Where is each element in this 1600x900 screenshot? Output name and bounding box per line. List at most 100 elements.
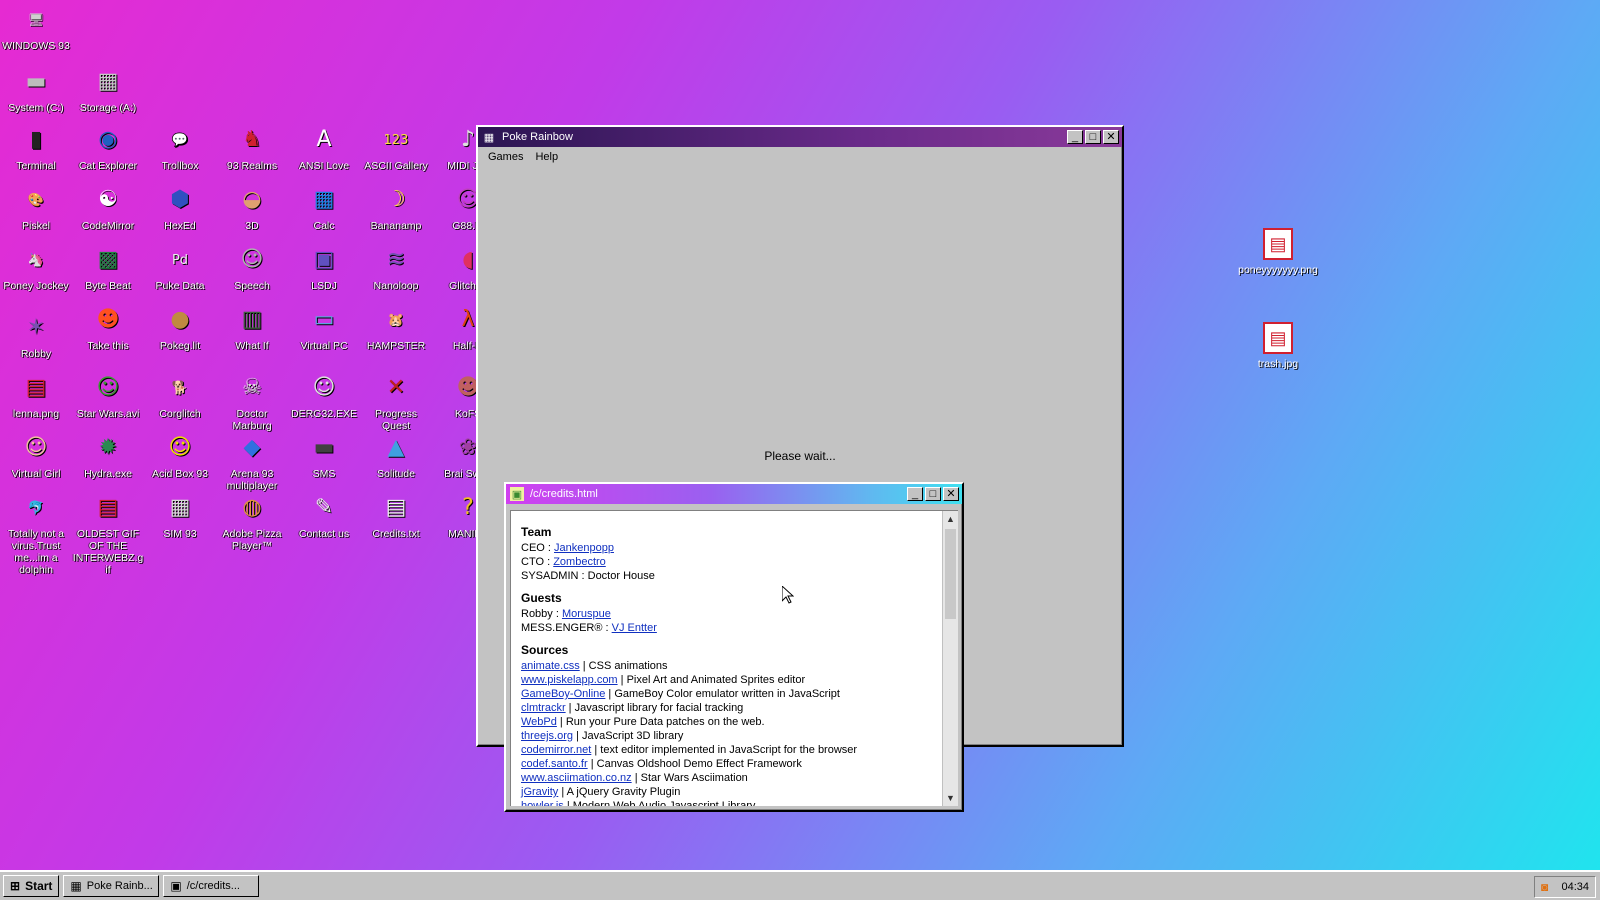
desktop-icon-byte-beat[interactable]: ▩ Byte Beat xyxy=(72,244,144,293)
desktop-icon-label: Doctor Marburg xyxy=(232,408,272,432)
desktop-icon-puke-data[interactable]: Pd Puke Data xyxy=(144,244,216,293)
desktop-icon-hydra-exe[interactable]: ✹ Hydra.exe xyxy=(72,432,144,481)
start-button[interactable]: ⊞ Start xyxy=(3,875,60,897)
desktop-icon-arena-93-multiplayer[interactable]: ◆ Arena 93 multiplayer xyxy=(216,432,288,493)
desktop-file-trash-jpg[interactable]: ▤ trash.jpg xyxy=(1236,322,1320,370)
source-link[interactable]: GameBoy-Online xyxy=(521,688,605,700)
desktop-icon-take-this[interactable]: ☻ Take this xyxy=(72,304,144,353)
desktop-icon-lsdj[interactable]: ▣ LSDJ xyxy=(288,244,360,293)
menu-help[interactable]: Help xyxy=(529,149,564,165)
desktop-icon-star-wars-avi[interactable]: ☺ Star Wars.avi xyxy=(72,372,144,421)
desktop-icon-acid-box-93[interactable]: ☺ Acid Box 93 xyxy=(144,432,216,481)
app-icon: ◆ xyxy=(243,435,261,460)
window-title: Poke Rainbow xyxy=(502,131,573,143)
credit-link[interactable]: Jankenpopp xyxy=(554,542,614,554)
desktop-file-label: poneyyyyyyy.png xyxy=(1238,264,1318,276)
desktop-icon-derg32-exe[interactable]: ☺ DERG32.EXE xyxy=(288,372,360,421)
desktop-icon-windows-93[interactable]: 🖥 WINDOWS 93 xyxy=(0,4,72,53)
desktop-icon-robby[interactable]: ✶ Robby xyxy=(0,312,72,361)
credit-link[interactable]: VJ Entter xyxy=(612,622,657,634)
desktop-icon-piskel[interactable]: 🎨 Piskel xyxy=(0,184,72,233)
desktop-icon-poney-jockey[interactable]: 🦄 Poney Jockey xyxy=(0,244,72,293)
desktop-icon-ansi-love[interactable]: A ANSI Love xyxy=(288,124,360,173)
desktop-icon-codemirror[interactable]: ☯ CodeMirror xyxy=(72,184,144,233)
desktop-icon-nanoloop[interactable]: ≋ Nanoloop xyxy=(360,244,432,293)
desktop-icon-cat-explorer[interactable]: ◉ Cat Explorer xyxy=(72,124,144,173)
source-link[interactable]: jGravity xyxy=(521,786,558,798)
desktop-icon-hampster[interactable]: 🐹 HAMPSTER xyxy=(360,304,432,353)
source-link[interactable]: howler.js xyxy=(521,800,564,806)
desktop-icon-corglitch[interactable]: 🐕 Corglitch xyxy=(144,372,216,421)
loading-status: Please wait... xyxy=(764,449,836,463)
desktop-icon-label: OLDEST GIF OF THE INTERWEBZ.gif xyxy=(72,528,144,576)
desktop-icon-terminal[interactable]: ▮ Terminal xyxy=(0,124,72,173)
source-link[interactable]: threejs.org xyxy=(521,730,573,742)
desktop-icon-label: Totally not a virus.Trust me...im a dolp… xyxy=(7,528,65,576)
desktop-icon-credits-txt[interactable]: ▤ Credits.txt xyxy=(360,492,432,541)
app-icon: ◒ xyxy=(242,187,262,212)
scroll-down-icon[interactable]: ▼ xyxy=(943,790,958,806)
taskbar-item-credits[interactable]: ▣ /c/credits... xyxy=(163,875,260,897)
desktop-icon-label: Progress Quest xyxy=(374,408,417,432)
desktop-file-poneyyyyyyy-png[interactable]: ▤ poneyyyyyyy.png xyxy=(1236,228,1320,276)
desktop-icon-totally-not-a-virus-trust-me-im-a-dolphin[interactable]: 🐬 Totally not a virus.Trust me...im a dol… xyxy=(0,492,72,577)
desktop-icon-virtual-girl[interactable]: ☺ Virtual Girl xyxy=(0,432,72,481)
scroll-thumb[interactable] xyxy=(945,529,956,619)
app-icon: ◉ xyxy=(98,127,118,152)
source-row: codef.santo.fr | Canvas Oldshool Demo Ef… xyxy=(521,758,802,770)
close-button[interactable]: ✕ xyxy=(1103,130,1119,144)
maximize-button[interactable]: □ xyxy=(1085,130,1101,144)
desktop-icon-storage-a[interactable]: ▦ Storage (A:) xyxy=(72,66,144,115)
credit-link[interactable]: Moruspue xyxy=(562,608,611,620)
credits-content-area[interactable]: Team CEO : Jankenpopp CTO : Zombectro SYSAD… xyxy=(510,510,958,806)
desktop-icon-label: Arena 93 multiplayer xyxy=(226,468,278,492)
desktop-icon-virtual-pc[interactable]: ▭ Virtual PC xyxy=(288,304,360,353)
desktop-icon-oldest-gif-of-the-interwebz-gif[interactable]: ▤ OLDEST GIF OF THE INTERWEBZ.gif xyxy=(72,492,144,577)
desktop-icon-93-realms[interactable]: ♞ 93 Realms xyxy=(216,124,288,173)
desktop-icon-ascii-gallery[interactable]: 123 ASCII Gallery xyxy=(360,124,432,173)
desktop-icon-speech[interactable]: ☺ Speech xyxy=(216,244,288,293)
desktop-icon-sim-93[interactable]: ▦ SIM 93 xyxy=(144,492,216,541)
close-button[interactable]: ✕ xyxy=(943,487,959,501)
desktop-icon-lenna-png[interactable]: ▤ lenna.png xyxy=(0,372,72,421)
desktop-icon-label: Terminal xyxy=(16,160,56,172)
credits-window[interactable]: ▣ /c/credits.html _ □ ✕ Team CEO : Janken… xyxy=(504,482,964,812)
desktop-icon-calc[interactable]: ▦ Calc xyxy=(288,184,360,233)
source-link[interactable]: codef.santo.fr xyxy=(521,758,588,770)
desktop-icon-3d[interactable]: ◒ 3D xyxy=(216,184,288,233)
minimize-button[interactable]: _ xyxy=(1067,130,1083,144)
desktop-icon-system-c[interactable]: ▬ System (C:) xyxy=(0,66,72,115)
desktop-icon-progress-quest[interactable]: ✕ Progress Quest xyxy=(360,372,432,433)
scroll-up-icon[interactable]: ▲ xyxy=(943,511,958,527)
source-link[interactable]: clmtrackr xyxy=(521,702,566,714)
image-file-icon: ▤ xyxy=(1263,322,1293,354)
desktop-icon-contact-us[interactable]: ✎ Contact us xyxy=(288,492,360,541)
source-link[interactable]: www.asciimation.co.nz xyxy=(521,772,632,784)
desktop-icon-pokeg-lit[interactable]: ● Pokeg.lit xyxy=(144,304,216,353)
desktop-icon-what-if[interactable]: ▥ What If xyxy=(216,304,288,353)
vertical-scrollbar[interactable]: ▲ ▼ xyxy=(942,511,958,806)
credits-titlebar[interactable]: ▣ /c/credits.html _ □ ✕ xyxy=(506,484,962,504)
html-file-icon: ▣ xyxy=(510,487,524,501)
desktop-icon-solitude[interactable]: ▲ Solitude xyxy=(360,432,432,481)
credit-link[interactable]: Zombectro xyxy=(553,556,606,568)
source-link[interactable]: codemirror.net xyxy=(521,744,591,756)
source-link[interactable]: animate.css xyxy=(521,660,580,672)
source-link[interactable]: WebPd xyxy=(521,716,557,728)
poke-rainbow-icon: ▦ xyxy=(483,131,495,144)
desktop-icon-doctor-marburg[interactable]: ☠ Doctor Marburg xyxy=(216,372,288,433)
menu-games[interactable]: Games xyxy=(482,149,529,165)
minimize-button[interactable]: _ xyxy=(907,487,923,501)
desktop-icon-label: Virtual PC xyxy=(300,340,348,352)
source-row: clmtrackr | Javascript library for facia… xyxy=(521,702,744,714)
rss-icon[interactable]: ◙ xyxy=(1541,880,1548,894)
poke-rainbow-titlebar[interactable]: ▦ Poke Rainbow _ □ ✕ xyxy=(478,127,1122,147)
desktop-icon-sms[interactable]: ▬ SMS xyxy=(288,432,360,481)
taskbar-item-poke-rainbow[interactable]: ▦ Poke Rainb... xyxy=(63,875,160,897)
desktop-icon-hexed[interactable]: ⬢ HexEd xyxy=(144,184,216,233)
source-link[interactable]: www.piskelapp.com xyxy=(521,674,618,686)
maximize-button[interactable]: □ xyxy=(925,487,941,501)
desktop-icon-bananamp[interactable]: ☽ Bananamp xyxy=(360,184,432,233)
desktop-icon-adobe-pizza-player[interactable]: ◍ Adobe Pizza Player™ xyxy=(216,492,288,553)
desktop-icon-trollbox[interactable]: 💬 Trollbox xyxy=(144,124,216,173)
